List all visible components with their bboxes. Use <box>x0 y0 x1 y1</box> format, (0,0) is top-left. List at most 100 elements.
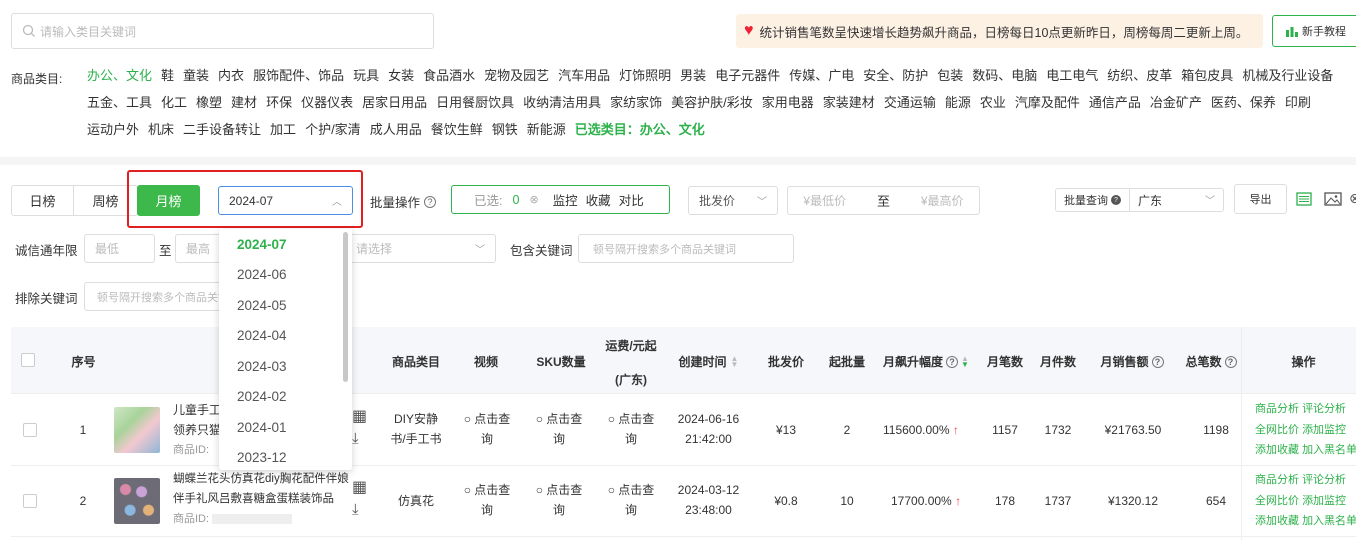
period-option[interactable]: 2024-02 <box>219 382 352 413</box>
product-analysis-link[interactable]: 商品分析 <box>1255 474 1299 486</box>
type-select[interactable]: 请选择 ﹀ <box>345 234 496 263</box>
sort-icon[interactable]: ▲ ▼ <box>731 354 739 368</box>
category-item[interactable]: 机械及行业设备 <box>1242 66 1333 85</box>
help-icon[interactable]: ? <box>424 195 437 208</box>
category-item[interactable]: 加工 <box>270 120 296 139</box>
price-compare-link[interactable]: 全网比价 <box>1255 495 1299 507</box>
period-select[interactable]: 2024-07 ︿ <box>218 186 353 215</box>
period-option[interactable]: 2024-05 <box>219 290 352 321</box>
category-item[interactable]: 安全、防护 <box>863 66 928 85</box>
category-item[interactable]: 医药、保养 <box>1211 93 1276 112</box>
add-monitor-link[interactable]: 添加监控 <box>1302 424 1346 436</box>
clear-icon[interactable]: ⊗ <box>529 193 538 206</box>
category-item[interactable]: 汽摩及配件 <box>1015 93 1080 112</box>
category-item[interactable]: 机床 <box>148 120 174 139</box>
help-icon[interactable]: ? <box>946 355 959 368</box>
category-item[interactable]: 包装 <box>937 66 963 85</box>
category-item[interactable]: 居家日用品 <box>362 93 427 112</box>
category-item[interactable]: 灯饰照明 <box>619 66 671 85</box>
qr-code-icon[interactable]: ▦ <box>352 479 367 497</box>
category-item[interactable]: 家用电器 <box>762 93 814 112</box>
review-analysis-link[interactable]: 评论分析 <box>1302 403 1346 415</box>
product-title[interactable]: 儿童手工 领养只猫 商品ID: <box>173 400 221 460</box>
category-item[interactable]: 汽车用品 <box>558 66 610 85</box>
sku-query-link[interactable]: ○ 点击查询 <box>531 480 587 520</box>
category-item[interactable]: 玩具 <box>353 66 379 85</box>
period-option[interactable]: 2024-06 <box>219 260 352 291</box>
monitor-button[interactable]: 监控 <box>553 190 578 209</box>
export-button[interactable]: 导出 <box>1234 184 1287 214</box>
category-item[interactable]: 电子元器件 <box>715 66 780 85</box>
category-search-input[interactable]: 请输入类目关键词 <box>11 13 434 49</box>
price-compare-link[interactable]: 全网比价 <box>1255 424 1299 436</box>
category-item[interactable]: 家装建材 <box>823 93 875 112</box>
category-item[interactable]: 服饰配件、饰品 <box>253 66 344 85</box>
add-collect-link[interactable]: 添加收藏 <box>1255 515 1299 527</box>
period-option[interactable]: 2024-01 <box>219 412 352 443</box>
category-item[interactable]: 办公、文化 <box>87 66 152 85</box>
include-keywords-input[interactable]: 顿号隔开搜索多个商品关键词 <box>578 234 794 263</box>
more-icon[interactable]: ⊗ <box>1349 190 1356 207</box>
category-item[interactable]: 通信产品 <box>1089 93 1141 112</box>
video-query-link[interactable]: ○ 点击查询 <box>459 409 515 449</box>
category-item[interactable]: 童装 <box>183 66 209 85</box>
video-query-link[interactable]: ○ 点击查询 <box>459 480 515 520</box>
years-min-input[interactable]: 最低 <box>84 234 155 263</box>
review-analysis-link[interactable]: 评论分析 <box>1302 474 1346 486</box>
product-thumbnail[interactable] <box>114 407 160 453</box>
product-title[interactable]: 蝴蝶兰花头仿真花diy胸花配件伴娘 伴手礼风吕敷喜糖盒蛋糕装饰品 商品ID: <box>173 469 349 529</box>
header-growth[interactable]: 月飙升幅度? ▲ ▼ <box>883 353 978 370</box>
category-item[interactable]: 日用餐厨饮具 <box>436 93 514 112</box>
period-option[interactable]: 2024-07 <box>219 229 352 260</box>
category-item[interactable]: 建材 <box>231 93 257 112</box>
select-all-checkbox[interactable] <box>21 353 35 367</box>
help-icon[interactable]: ? <box>1224 355 1237 368</box>
category-item[interactable]: 成人用品 <box>370 120 422 139</box>
category-item[interactable]: 鞋 <box>161 66 174 85</box>
category-item[interactable]: 化工 <box>161 93 187 112</box>
category-item[interactable]: 能源 <box>945 93 971 112</box>
row-checkbox[interactable] <box>23 494 37 508</box>
image-view-icon[interactable] <box>1324 192 1342 209</box>
category-item[interactable]: 食品酒水 <box>423 66 475 85</box>
header-created[interactable]: 创建时间 ▲ ▼ <box>671 353 746 370</box>
tab-daily[interactable]: 日榜 <box>11 185 74 216</box>
period-option[interactable]: 2023-12 <box>219 443 352 471</box>
sort-icon[interactable]: ▲ ▼ <box>961 354 969 368</box>
period-option[interactable]: 2024-03 <box>219 351 352 382</box>
category-item[interactable]: 橡塑 <box>196 93 222 112</box>
download-icon[interactable]: ⤓ <box>352 500 359 520</box>
category-item[interactable]: 宠物及园艺 <box>484 66 549 85</box>
sku-query-link[interactable]: ○ 点击查询 <box>531 409 587 449</box>
category-item[interactable]: 运动户外 <box>87 120 139 139</box>
dropdown-scrollbar[interactable] <box>343 232 348 382</box>
category-item[interactable]: 传媒、广电 <box>789 66 854 85</box>
category-item[interactable]: 电工电气 <box>1046 66 1098 85</box>
row-checkbox[interactable] <box>23 423 37 437</box>
category-item[interactable]: 个护/家清 <box>305 120 361 139</box>
compare-button[interactable]: 对比 <box>619 190 644 209</box>
category-item[interactable]: 交通运输 <box>884 93 936 112</box>
category-item[interactable]: 冶金矿产 <box>1150 93 1202 112</box>
category-item[interactable]: 农业 <box>980 93 1006 112</box>
price-type-select[interactable]: 批发价 ﹀ <box>688 186 778 215</box>
category-item[interactable]: 仪器仪表 <box>301 93 353 112</box>
list-view-icon[interactable] <box>1296 192 1312 209</box>
exclude-keywords-input[interactable]: 顿号隔开搜索多个商品关键词 <box>84 282 234 311</box>
tutorial-button[interactable]: 新手教程 <box>1272 15 1356 47</box>
shipping-query-link[interactable]: ○ 点击查询 <box>603 409 659 449</box>
category-item[interactable]: 箱包皮具 <box>1181 66 1233 85</box>
category-item[interactable]: 环保 <box>266 93 292 112</box>
category-item[interactable]: 餐饮生鲜 <box>431 120 483 139</box>
category-item[interactable]: 纺织、皮革 <box>1107 66 1172 85</box>
help-icon[interactable]: ? <box>1151 355 1164 368</box>
category-item[interactable]: 二手设备转让 <box>183 120 261 139</box>
download-icon[interactable]: ⤓ <box>352 429 359 449</box>
product-thumbnail[interactable] <box>114 478 160 524</box>
add-monitor-link[interactable]: 添加监控 <box>1302 495 1346 507</box>
product-analysis-link[interactable]: 商品分析 <box>1255 403 1299 415</box>
category-item[interactable]: 数码、电脑 <box>972 66 1037 85</box>
shipping-query-link[interactable]: ○ 点击查询 <box>603 480 659 520</box>
category-item[interactable]: 内衣 <box>218 66 244 85</box>
qr-code-icon[interactable]: ▦ <box>352 408 367 426</box>
